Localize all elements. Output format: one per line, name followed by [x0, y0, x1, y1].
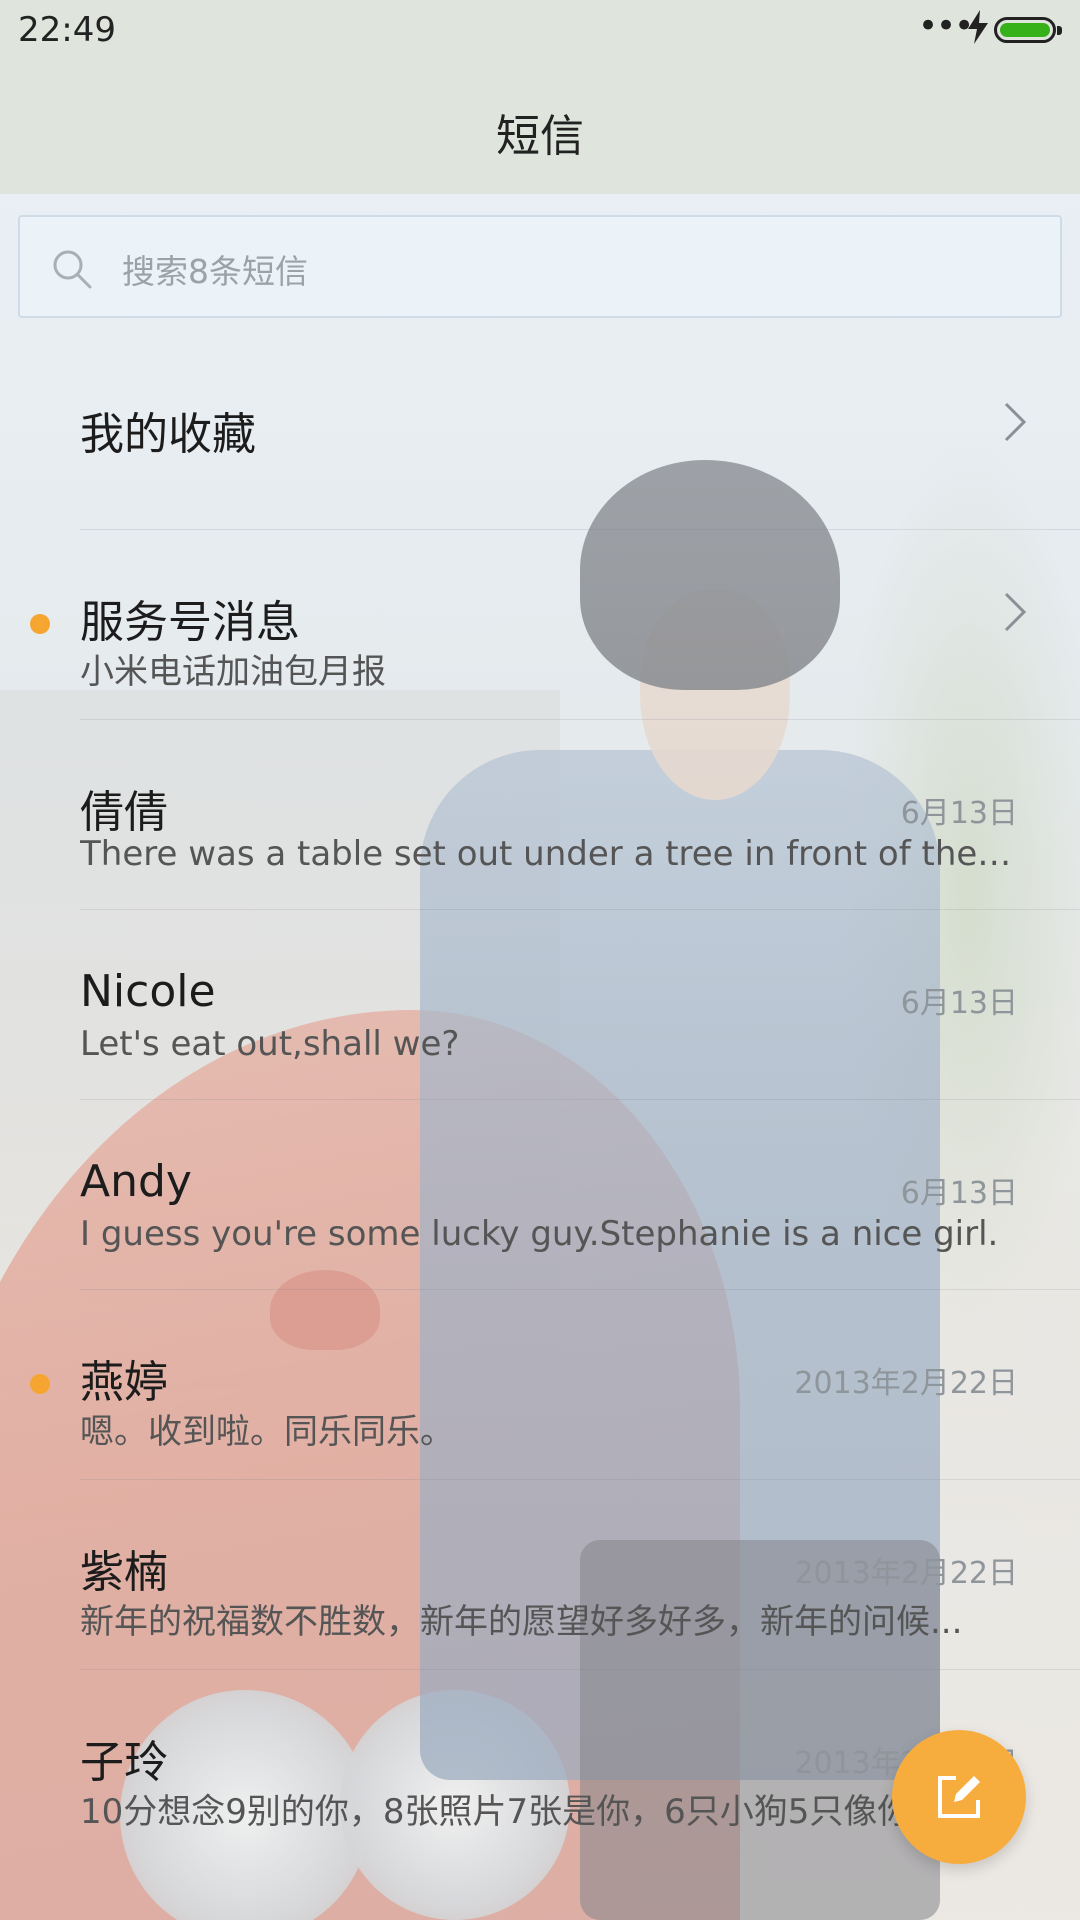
search-icon	[53, 250, 92, 289]
contact-name: 倩倩	[80, 787, 168, 838]
message-date: 2013年2月22日	[794, 1556, 1018, 1591]
conversation-item[interactable]: 燕婷 2013年2月22日 嗯。收到啦。同乐同乐。	[0, 1290, 1080, 1480]
app-header: 短信	[0, 64, 1080, 194]
search-placeholder: 搜索8条短信	[122, 252, 308, 291]
compose-icon	[938, 1776, 980, 1818]
message-date: 6月13日	[900, 796, 1018, 831]
message-snippet: 10分想念9别的你，8张照片7张是你，6只小狗5只像你	[80, 1792, 912, 1832]
contact-name: Nicole	[80, 966, 216, 1017]
signal-dots-icon: •••	[918, 6, 974, 46]
search-input[interactable]: 搜索8条短信	[18, 215, 1062, 318]
message-snippet: 小米电话加油包月报	[80, 652, 386, 692]
chevron-right-icon	[1004, 592, 1027, 632]
chevron-right-icon	[1004, 402, 1027, 442]
unread-dot	[30, 1374, 50, 1394]
conversation-item-service[interactable]: 服务号消息 小米电话加油包月报	[0, 530, 1080, 720]
battery-icon	[994, 17, 1062, 43]
message-snippet: Let's eat out,shall we?	[80, 1024, 460, 1064]
conversation-item[interactable]: 倩倩 6月13日 There was a table set out under…	[0, 720, 1080, 910]
message-snippet: There was a table set out under a tree i…	[80, 834, 1020, 874]
page-title: 短信	[496, 111, 584, 162]
favorites-item[interactable]: 我的收藏	[0, 340, 1080, 530]
unread-dot	[30, 614, 50, 634]
status-time: 22:49	[18, 10, 116, 50]
charging-bolt-icon	[968, 10, 988, 44]
contact-name: 燕婷	[80, 1357, 168, 1408]
message-snippet: 嗯。收到啦。同乐同乐。	[80, 1412, 454, 1452]
message-snippet: I guess you're some lucky guy.Stephanie …	[80, 1214, 999, 1254]
message-date: 6月13日	[900, 986, 1018, 1021]
message-snippet: 新年的祝福数不胜数，新年的愿望好多好多，新年的问候...	[80, 1602, 963, 1642]
status-bar: 22:49 •••	[0, 0, 1080, 64]
message-date: 2013年2月22日	[794, 1366, 1018, 1401]
compose-button[interactable]	[892, 1730, 1026, 1864]
favorites-label: 我的收藏	[80, 409, 256, 460]
contact-name: Andy	[80, 1156, 192, 1207]
contact-name: 服务号消息	[80, 597, 300, 648]
contact-name: 紫楠	[80, 1547, 168, 1598]
contact-name: 子玲	[80, 1737, 168, 1788]
conversation-item[interactable]: 紫楠 2013年2月22日 新年的祝福数不胜数，新年的愿望好多好多，新年的问候.…	[0, 1480, 1080, 1670]
message-date: 6月13日	[900, 1176, 1018, 1211]
conversation-item[interactable]: Nicole 6月13日 Let's eat out,shall we?	[0, 910, 1080, 1100]
conversation-item[interactable]: Andy 6月13日 I guess you're some lucky guy…	[0, 1100, 1080, 1290]
